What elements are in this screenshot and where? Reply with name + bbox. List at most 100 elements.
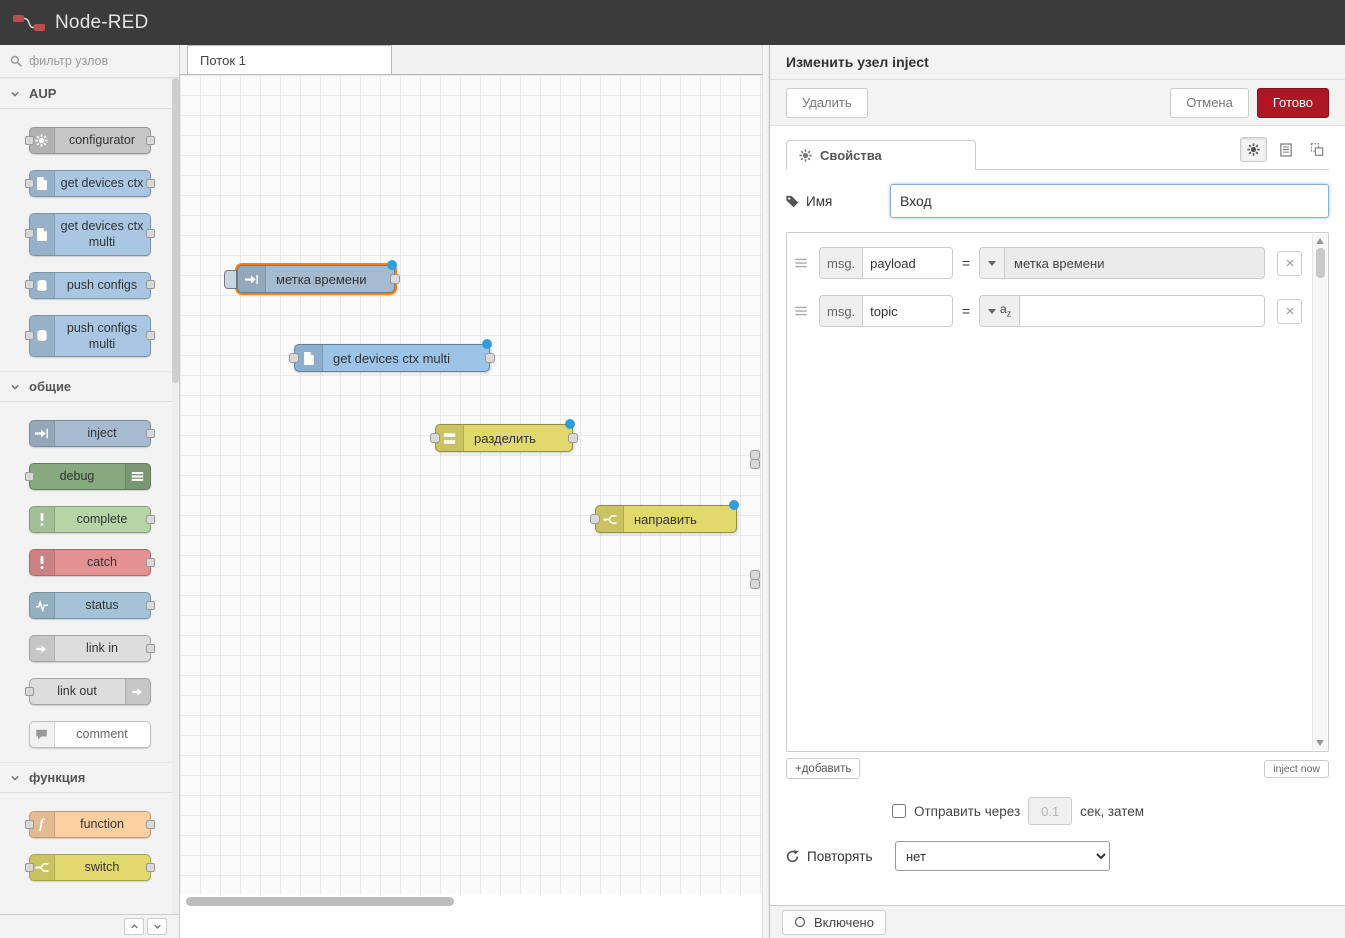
- node-output-port[interactable]: [146, 820, 155, 829]
- node-output-port[interactable]: [146, 515, 155, 524]
- node-label: configurator: [55, 128, 150, 153]
- palette-node-status[interactable]: status: [29, 592, 151, 619]
- property-value-input[interactable]: [1020, 296, 1264, 326]
- flow-node-get-devices-ctx-multi[interactable]: get devices ctx multi: [294, 344, 490, 372]
- node-output-port[interactable]: [485, 353, 495, 363]
- collapse-categories-button[interactable]: [124, 918, 144, 935]
- node-input-port[interactable]: [25, 820, 34, 829]
- delete-button[interactable]: Удалить: [786, 88, 868, 118]
- node-settings-button[interactable]: [1240, 137, 1267, 162]
- node-output-port[interactable]: [146, 429, 155, 438]
- node-output-port[interactable]: [146, 601, 155, 610]
- flow-canvas[interactable]: метка времени get devices ctx multi раздел…: [180, 75, 762, 894]
- node-output-port[interactable]: [146, 644, 155, 653]
- node-output-port[interactable]: [146, 136, 155, 145]
- flow-node-разделить[interactable]: разделить: [435, 424, 573, 452]
- node-input-port[interactable]: [590, 514, 600, 524]
- palette-node-debug[interactable]: debug: [29, 463, 151, 490]
- node-input-port[interactable]: [430, 433, 440, 443]
- repeat-select[interactable]: нет: [895, 841, 1110, 871]
- inject-once-checkbox[interactable]: [892, 804, 906, 818]
- node-output-port[interactable]: [146, 179, 155, 188]
- palette-node-function[interactable]: ffunction: [29, 811, 151, 838]
- node-input-port[interactable]: [289, 353, 299, 363]
- scroll-down-arrow[interactable]: [1316, 740, 1324, 746]
- inject-trigger-button[interactable]: [224, 270, 237, 289]
- palette-node-link-in[interactable]: link in: [29, 635, 151, 662]
- node-input-port[interactable]: [25, 229, 34, 238]
- node-input-port[interactable]: [25, 472, 34, 481]
- palette-node-link-out[interactable]: link out: [29, 678, 151, 705]
- node-label: push configs multi: [55, 316, 150, 357]
- node-input-port[interactable]: [25, 136, 34, 145]
- property-target-input: msg.: [819, 295, 953, 327]
- palette-node-get-devices-ctx-multi[interactable]: get devices ctx multi: [29, 213, 151, 256]
- flow-node-метка-времени[interactable]: метка времени: [237, 265, 395, 293]
- palette-scrollbar-thumb[interactable]: [172, 78, 179, 383]
- node-input-port[interactable]: [25, 280, 34, 289]
- palette-scrollbar[interactable]: [172, 78, 179, 914]
- scroll-up-arrow[interactable]: [1316, 238, 1324, 244]
- changed-indicator: [387, 260, 397, 270]
- node-input-port[interactable]: [25, 179, 34, 188]
- palette-node-catch[interactable]: catch: [29, 549, 151, 576]
- expand-categories-button[interactable]: [147, 918, 167, 935]
- properties-list: msg.=метка времениmsg.=az: [786, 232, 1329, 752]
- property-name-input[interactable]: [863, 296, 952, 326]
- palette-node-configurator[interactable]: configurator: [29, 127, 151, 154]
- panel-resize-divider[interactable]: [762, 45, 770, 938]
- node-output-port[interactable]: [146, 229, 155, 238]
- inject-after-seconds-input[interactable]: [1028, 797, 1072, 825]
- node-output-port[interactable]: [146, 863, 155, 872]
- search-icon: [10, 55, 22, 67]
- node-output-port[interactable]: [390, 274, 400, 284]
- palette-node-get-devices-ctx[interactable]: get devices ctx: [29, 170, 151, 197]
- palette-search-input[interactable]: фильтр узлов: [0, 45, 179, 78]
- type-select-button[interactable]: [980, 248, 1005, 278]
- flow-tab[interactable]: Поток 1: [187, 45, 392, 74]
- node-input-port[interactable]: [25, 687, 34, 696]
- app-header: Node-RED: [0, 0, 1345, 45]
- drag-handle-icon[interactable]: [795, 258, 811, 268]
- cancel-button[interactable]: Отмена: [1170, 88, 1249, 118]
- name-input[interactable]: [890, 184, 1329, 218]
- horizontal-scrollbar[interactable]: [186, 897, 756, 907]
- done-button[interactable]: Готово: [1257, 88, 1329, 118]
- palette-node-push-configs[interactable]: push configs: [29, 272, 151, 299]
- node-port[interactable]: [750, 579, 760, 589]
- list-scrollbar-thumb[interactable]: [1316, 248, 1325, 278]
- palette-category-функция[interactable]: функция: [0, 762, 179, 793]
- drag-handle-icon[interactable]: [795, 306, 811, 316]
- remove-row-button[interactable]: [1277, 251, 1302, 276]
- chevron-down-icon: [10, 89, 20, 99]
- horizontal-scrollbar-thumb[interactable]: [186, 897, 454, 906]
- tab-properties[interactable]: Свойства: [786, 140, 976, 170]
- node-output-port[interactable]: [146, 558, 155, 567]
- node-output-port[interactable]: [146, 331, 155, 340]
- node-input-port[interactable]: [25, 331, 34, 340]
- description-button[interactable]: [1274, 138, 1298, 162]
- remove-row-button[interactable]: [1277, 299, 1302, 324]
- inject-now-button[interactable]: inject now: [1264, 760, 1329, 778]
- flow-node-направить[interactable]: направить: [595, 505, 737, 533]
- property-name-input[interactable]: [863, 248, 952, 278]
- palette-node-complete[interactable]: complete: [29, 506, 151, 533]
- list-scrollbar[interactable]: [1312, 234, 1327, 750]
- enabled-toggle-button[interactable]: Включено: [782, 910, 886, 935]
- node-output-port[interactable]: [568, 433, 578, 443]
- props-rows: msg.=метка времениmsg.=az: [787, 233, 1328, 341]
- edit-dialog-buttons: Удалить Отмена Готово: [770, 80, 1345, 126]
- node-input-port[interactable]: [25, 863, 34, 872]
- palette-node-push-configs-multi[interactable]: push configs multi: [29, 315, 151, 358]
- palette-category-aup[interactable]: AUP: [0, 78, 179, 109]
- appearance-button[interactable]: [1305, 138, 1329, 162]
- palette-category-общие[interactable]: общие: [0, 371, 179, 402]
- palette-node-comment[interactable]: comment: [29, 721, 151, 748]
- node-port[interactable]: [750, 459, 760, 469]
- type-select-button[interactable]: az: [980, 296, 1020, 326]
- palette-node-switch[interactable]: switch: [29, 854, 151, 881]
- palette-node-inject[interactable]: inject: [29, 420, 151, 447]
- node-output-port[interactable]: [146, 280, 155, 289]
- add-property-button[interactable]: +добавить: [786, 758, 860, 779]
- node-label: get devices ctx: [55, 171, 150, 196]
